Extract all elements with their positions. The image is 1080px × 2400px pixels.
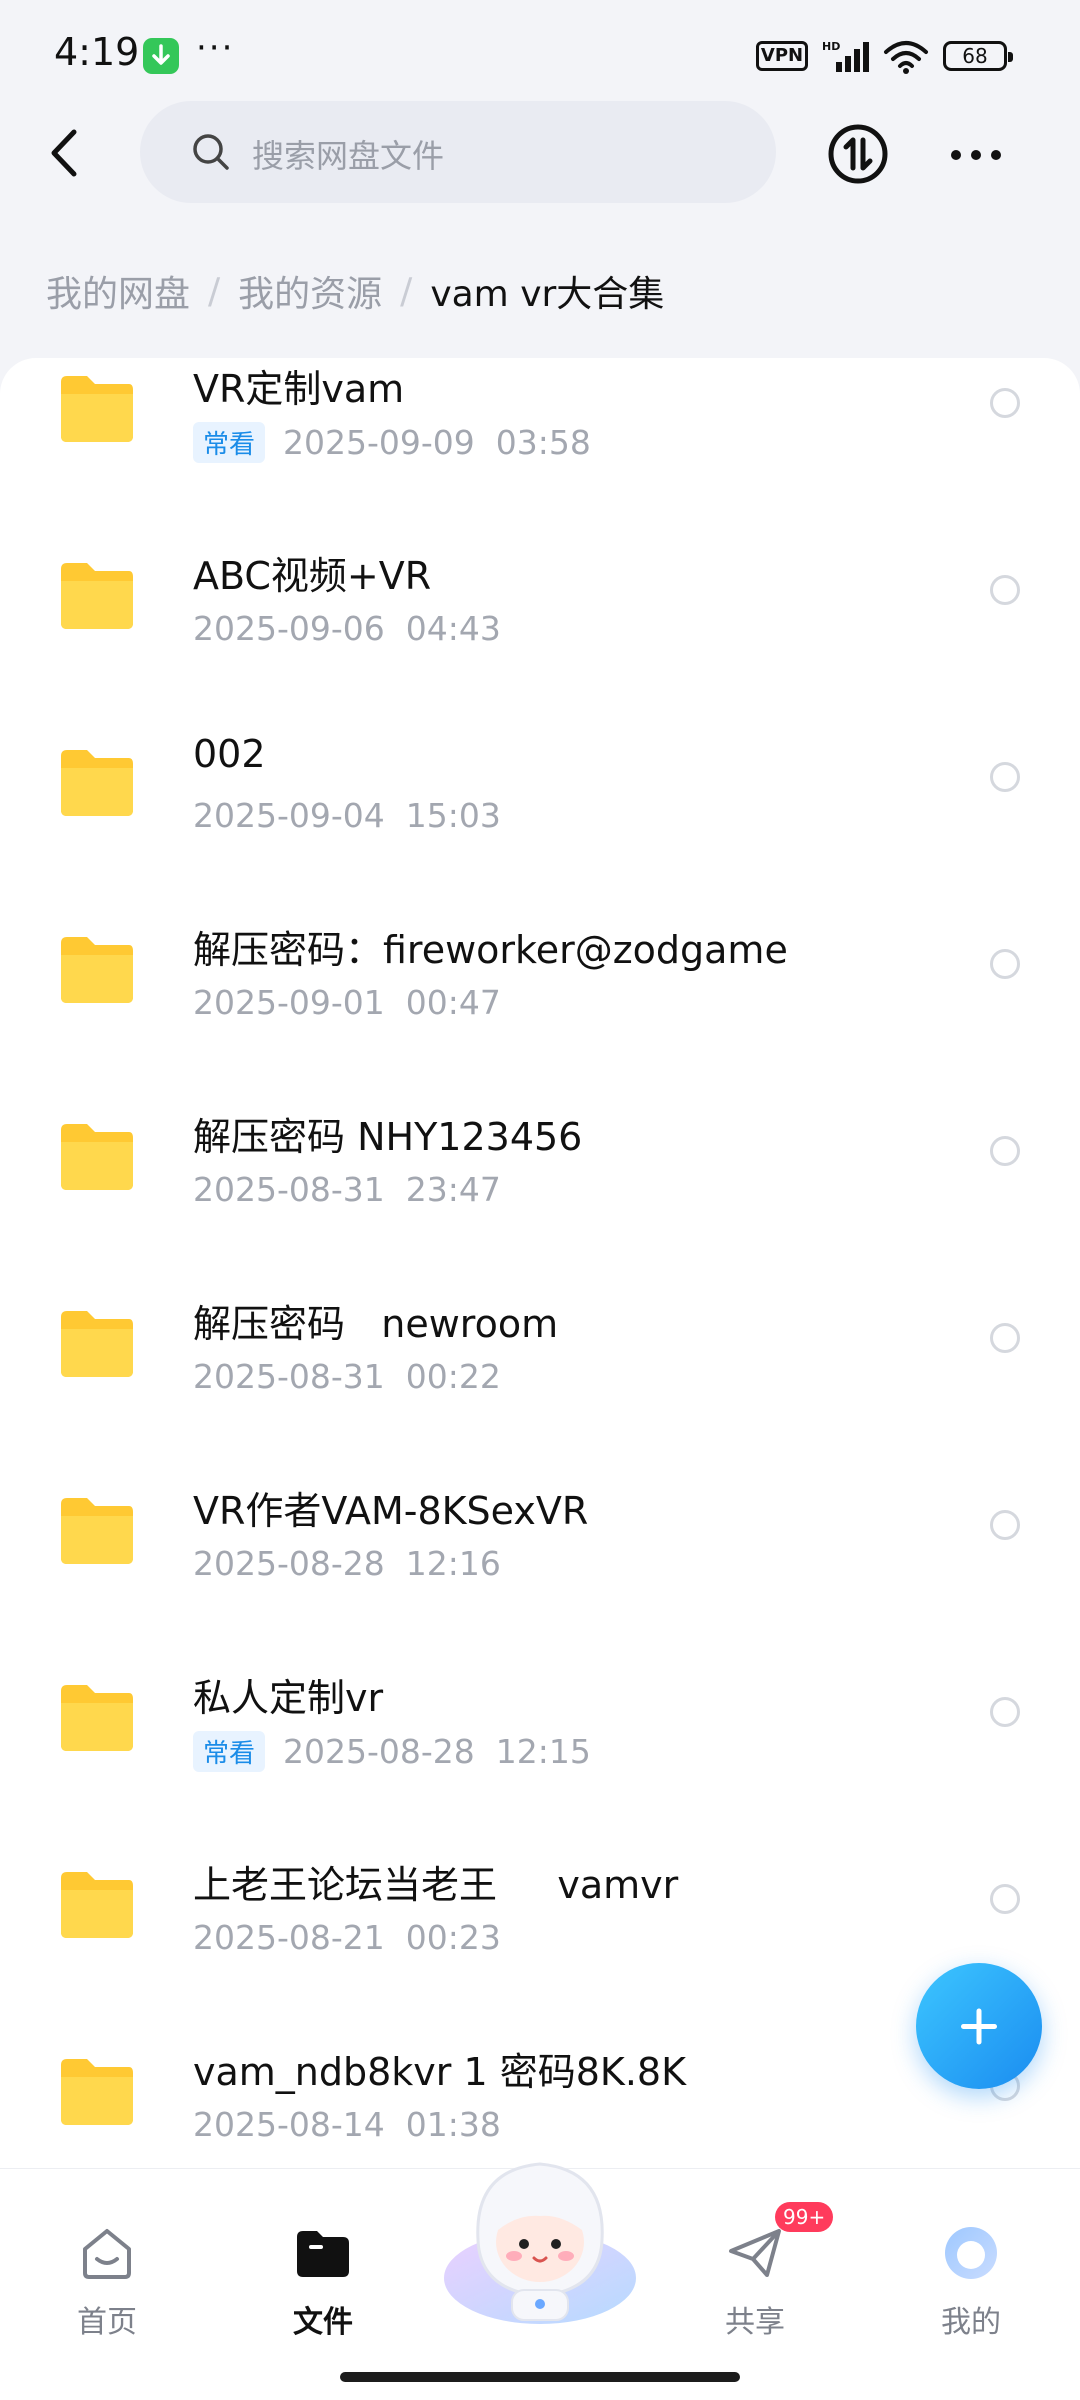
- tab-home[interactable]: 首页: [42, 2223, 172, 2343]
- file-name: 解压密码 NHY123456: [193, 1115, 583, 1159]
- file-date: 2025-08-14 01:38: [193, 2105, 501, 2144]
- more-options-icon[interactable]: [946, 135, 1006, 175]
- file-date: 2025-09-04 15:03: [193, 796, 501, 835]
- paper-plane-icon: [725, 2223, 785, 2283]
- download-notification-icon: [143, 38, 179, 74]
- add-button[interactable]: [916, 1963, 1042, 2089]
- svg-text:HD: HD: [822, 40, 840, 53]
- search-placeholder: 搜索网盘文件: [252, 137, 445, 175]
- file-meta: 常看 2025-08-28 12:15: [193, 1731, 591, 1772]
- breadcrumb-separator: /: [400, 270, 413, 312]
- file-meta: 常看 2025-09-09 03:58: [193, 422, 591, 463]
- tab-files[interactable]: 文件: [258, 2223, 388, 2343]
- folder-row[interactable]: 解压密码：fireworker@zodgame 2025-09-01 00:47: [0, 919, 1080, 1106]
- file-name: VR定制vam: [193, 367, 405, 411]
- folder-row[interactable]: VR作者VAM-8KSexVR 2025-08-28 12:16: [0, 1480, 1080, 1667]
- file-date: 2025-08-28 12:15: [283, 1732, 591, 1771]
- file-name: ABC视频+VR: [193, 554, 432, 598]
- folder-icon: [57, 1496, 137, 1566]
- breadcrumb-current-folder: vam vr大合集: [430, 274, 665, 315]
- file-date: 2025-09-09 03:58: [283, 423, 591, 462]
- profile-icon: [941, 2223, 1001, 2283]
- vpn-icon: VPN: [756, 41, 808, 71]
- back-button[interactable]: [36, 118, 96, 188]
- tab-home-label: 首页: [77, 2305, 137, 2340]
- file-name: vam_ndb8kvr 1 密码8K.8K: [193, 2050, 687, 2094]
- file-meta: 2025-08-31 00:22: [193, 1357, 501, 1396]
- file-meta: 2025-08-31 23:47: [193, 1170, 501, 1209]
- folder-icon: [57, 2057, 137, 2127]
- file-meta: 2025-09-01 00:47: [193, 983, 501, 1022]
- file-date: 2025-08-28 12:16: [193, 1544, 501, 1583]
- file-name: 上老王论坛当老王 vamvr: [193, 1863, 679, 1907]
- file-name: 私人定制vr: [193, 1676, 384, 1720]
- file-list: VR定制vam 常看 2025-09-09 03:58 ABC视频+VR 202…: [0, 358, 1080, 2168]
- select-checkbox[interactable]: [990, 762, 1020, 792]
- folder-row[interactable]: 002 2025-09-04 15:03: [0, 732, 1080, 919]
- file-meta: 2025-09-04 15:03: [193, 796, 501, 835]
- folder-icon: [57, 1122, 137, 1192]
- select-checkbox[interactable]: [990, 949, 1020, 979]
- file-meta: 2025-08-28 12:16: [193, 1544, 501, 1583]
- file-meta: 2025-08-14 01:38: [193, 2105, 501, 2144]
- select-checkbox[interactable]: [990, 1697, 1020, 1727]
- select-checkbox[interactable]: [990, 1510, 1020, 1540]
- folder-row[interactable]: 解压密码 NHY123456 2025-08-31 23:47: [0, 1106, 1080, 1293]
- folder-row[interactable]: 解压密码 newroom 2025-08-31 00:22: [0, 1293, 1080, 1480]
- breadcrumb: 我的网盘 / 我的资源 / vam vr大合集: [46, 265, 664, 317]
- folder-icon: [57, 1870, 137, 1940]
- notification-more-icon: ···: [196, 28, 235, 68]
- select-checkbox[interactable]: [990, 575, 1020, 605]
- tab-share[interactable]: 共享: [690, 2223, 820, 2343]
- folder-icon: [57, 748, 137, 818]
- breadcrumb-my-drive[interactable]: 我的网盘: [46, 265, 190, 317]
- folder-icon: [57, 374, 137, 444]
- home-indicator: [340, 2372, 740, 2382]
- status-time: 4:19: [54, 30, 140, 74]
- folder-row[interactable]: vam_ndb8kvr 1 密码8K.8K 2025-08-14 01:38: [0, 2041, 1080, 2168]
- app-screen: 4:19 ··· VPN HD 68 搜索网盘文件 我的网盘 / 我的资源 / …: [0, 0, 1080, 2400]
- mascot-assistant-button[interactable]: [440, 2150, 640, 2328]
- folder-icon: [57, 935, 137, 1005]
- select-checkbox[interactable]: [990, 1884, 1020, 1914]
- transfer-list-button[interactable]: [826, 122, 890, 186]
- folder-icon: [57, 1309, 137, 1379]
- wifi-icon: [882, 38, 930, 78]
- home-icon: [77, 2223, 137, 2283]
- search-input[interactable]: 搜索网盘文件: [140, 101, 776, 203]
- file-date: 2025-08-31 00:22: [193, 1357, 501, 1396]
- file-name: 002: [193, 732, 266, 776]
- select-checkbox[interactable]: [990, 1323, 1020, 1353]
- search-icon: [190, 131, 232, 177]
- signal-icon: HD: [822, 38, 872, 78]
- folder-icon: [293, 2223, 353, 2283]
- file-date: 2025-08-21 00:23: [193, 1918, 501, 1957]
- breadcrumb-my-resources[interactable]: 我的资源: [238, 265, 382, 317]
- folder-row[interactable]: 私人定制vr 常看 2025-08-28 12:15: [0, 1667, 1080, 1854]
- file-meta: 2025-09-06 04:43: [193, 609, 501, 648]
- tab-mine[interactable]: 我的: [906, 2223, 1036, 2343]
- file-date: 2025-08-31 23:47: [193, 1170, 501, 1209]
- folder-row[interactable]: ABC视频+VR 2025-09-06 04:43: [0, 545, 1080, 732]
- folder-icon: [57, 1683, 137, 1753]
- file-name: 解压密码：fireworker@zodgame: [193, 928, 788, 972]
- share-badge: 99+: [775, 2202, 834, 2232]
- file-name: 解压密码 newroom: [193, 1302, 559, 1346]
- file-date: 2025-09-01 00:47: [193, 983, 501, 1022]
- frequent-tag: 常看: [193, 1731, 266, 1772]
- tab-share-label: 共享: [725, 2305, 785, 2340]
- select-checkbox[interactable]: [990, 1136, 1020, 1166]
- folder-row[interactable]: VR定制vam 常看 2025-09-09 03:58: [0, 358, 1080, 545]
- file-meta: 2025-08-21 00:23: [193, 1918, 501, 1957]
- file-name: VR作者VAM-8KSexVR: [193, 1489, 589, 1533]
- breadcrumb-separator: /: [208, 270, 221, 312]
- select-checkbox[interactable]: [990, 388, 1020, 418]
- tab-files-label: 文件: [293, 2305, 353, 2340]
- tab-mine-label: 我的: [941, 2305, 1001, 2340]
- frequent-tag: 常看: [193, 422, 266, 463]
- battery-icon: 68: [943, 41, 1013, 71]
- folder-icon: [57, 561, 137, 631]
- status-bar: 4:19 ··· VPN HD 68: [0, 0, 1080, 110]
- file-date: 2025-09-06 04:43: [193, 609, 501, 648]
